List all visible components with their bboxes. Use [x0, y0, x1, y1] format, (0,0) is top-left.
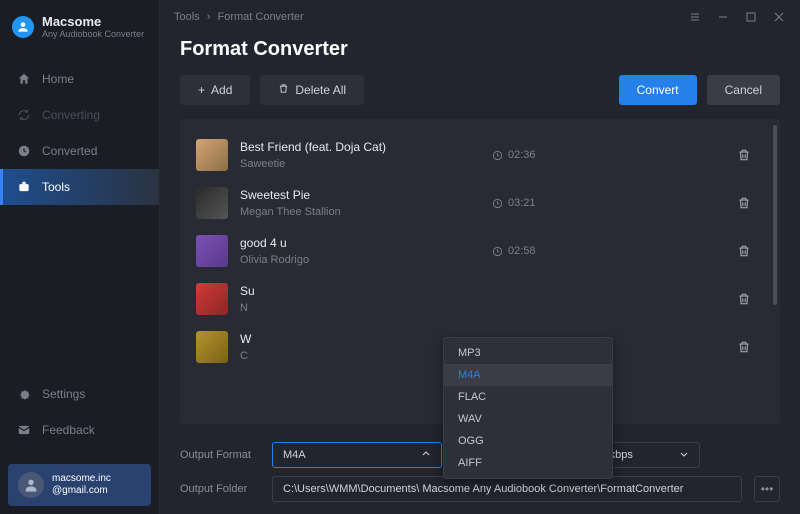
track-title: good 4 u — [240, 236, 480, 250]
sidebar-item-label: Converted — [42, 144, 97, 158]
feedback-icon — [16, 422, 32, 438]
delete-track-button[interactable] — [730, 141, 758, 169]
plus-icon: + — [198, 83, 205, 97]
track-duration: 03:21 — [492, 197, 572, 209]
main: Tools › Format Converter Format Converte… — [160, 0, 800, 514]
sidebar-item-tools[interactable]: Tools — [0, 169, 159, 205]
output-folder-field[interactable]: C:\Users\WMM\Documents\ Macsome Any Audi… — [272, 476, 742, 502]
track-row[interactable]: Sweetest Pie Megan Thee Stallion 03:21 — [192, 179, 768, 227]
sidebar-item-label: Converting — [42, 108, 100, 122]
delete-all-button[interactable]: Delete All — [260, 75, 364, 105]
nav: Home Converting Converted Tools — [0, 61, 159, 376]
track-artist: Saweetie — [240, 158, 480, 170]
page-title: Format Converter — [180, 38, 780, 61]
breadcrumb: Tools › Format Converter — [174, 11, 304, 23]
converted-icon — [16, 143, 32, 159]
clock-icon — [492, 150, 503, 161]
format-option[interactable]: AIFF — [444, 452, 612, 474]
format-option[interactable]: MP3 — [444, 342, 612, 364]
clock-icon — [492, 246, 503, 257]
output-folder-label: Output Folder — [180, 483, 260, 495]
trash-icon — [737, 196, 751, 210]
output-format-select[interactable]: M4A — [272, 442, 442, 468]
clock-icon — [492, 198, 503, 209]
delete-track-button[interactable] — [730, 189, 758, 217]
maximize-icon[interactable] — [744, 10, 758, 24]
chevron-down-icon — [679, 449, 689, 462]
close-icon[interactable] — [772, 10, 786, 24]
home-icon — [16, 71, 32, 87]
delete-track-button[interactable] — [730, 237, 758, 265]
sidebar-item-label: Home — [42, 72, 74, 86]
sidebar-item-feedback[interactable]: Feedback — [0, 412, 159, 448]
format-option[interactable]: FLAC — [444, 386, 612, 408]
delete-track-button[interactable] — [730, 285, 758, 313]
track-artist: N — [240, 302, 480, 314]
sidebar-item-label: Settings — [42, 387, 85, 401]
sidebar-item-converted[interactable]: Converted — [0, 133, 159, 169]
ellipsis-icon: ••• — [761, 482, 774, 496]
format-option[interactable]: M4A — [444, 364, 612, 386]
sidebar-item-label: Feedback — [42, 423, 95, 437]
trash-icon — [737, 292, 751, 306]
scrollbar[interactable] — [773, 125, 777, 305]
format-dropdown: MP3M4AFLACWAVOGGAIFF — [443, 337, 613, 479]
browse-folder-button[interactable]: ••• — [754, 476, 780, 502]
converting-icon — [16, 107, 32, 123]
account-card[interactable]: macsome.inc @gmail.com — [8, 464, 151, 506]
brand: Macsome Any Audiobook Converter — [0, 0, 159, 53]
minimize-icon[interactable] — [716, 10, 730, 24]
track-artist: Megan Thee Stallion — [240, 206, 480, 218]
add-button[interactable]: + Add — [180, 75, 250, 105]
sidebar: Macsome Any Audiobook Converter Home Con… — [0, 0, 160, 514]
tools-icon — [16, 179, 32, 195]
account-email: macsome.inc @gmail.com — [52, 473, 111, 497]
format-option[interactable]: OGG — [444, 430, 612, 452]
brand-name: Macsome — [42, 14, 144, 29]
chevron-up-icon — [421, 449, 431, 462]
trash-icon — [737, 340, 751, 354]
track-thumbnail — [196, 283, 228, 315]
menu-icon[interactable] — [688, 10, 702, 24]
sidebar-item-home[interactable]: Home — [0, 61, 159, 97]
trash-icon — [278, 83, 289, 97]
track-thumbnail — [196, 331, 228, 363]
track-title: Sweetest Pie — [240, 188, 480, 202]
track-row[interactable]: Su N — [192, 275, 768, 323]
track-title: Best Friend (feat. Doja Cat) — [240, 140, 480, 154]
output-format-label: Output Format — [180, 449, 260, 461]
cancel-button[interactable]: Cancel — [707, 75, 780, 105]
track-title: Su — [240, 284, 480, 298]
sidebar-item-converting[interactable]: Converting — [0, 97, 159, 133]
sidebar-item-settings[interactable]: Settings — [0, 376, 159, 412]
breadcrumb-current: Format Converter — [217, 11, 303, 23]
sidebar-item-label: Tools — [42, 180, 70, 194]
trash-icon — [737, 244, 751, 258]
format-option[interactable]: WAV — [444, 408, 612, 430]
breadcrumb-root[interactable]: Tools — [174, 11, 200, 23]
titlebar: Tools › Format Converter — [160, 0, 800, 34]
avatar-icon — [18, 472, 44, 498]
delete-track-button[interactable] — [730, 333, 758, 361]
track-thumbnail — [196, 235, 228, 267]
brand-logo-icon — [12, 16, 34, 38]
track-row[interactable]: Best Friend (feat. Doja Cat) Saweetie 02… — [192, 131, 768, 179]
gear-icon — [16, 386, 32, 402]
track-duration: 02:58 — [492, 245, 572, 257]
convert-button[interactable]: Convert — [619, 75, 697, 105]
brand-subtitle: Any Audiobook Converter — [42, 29, 144, 39]
toolbar: + Add Delete All Convert Cancel — [180, 75, 780, 105]
trash-icon — [737, 148, 751, 162]
track-row[interactable]: good 4 u Olivia Rodrigo 02:58 — [192, 227, 768, 275]
track-thumbnail — [196, 139, 228, 171]
track-artist: Olivia Rodrigo — [240, 254, 480, 266]
track-duration: 02:36 — [492, 149, 572, 161]
track-thumbnail — [196, 187, 228, 219]
